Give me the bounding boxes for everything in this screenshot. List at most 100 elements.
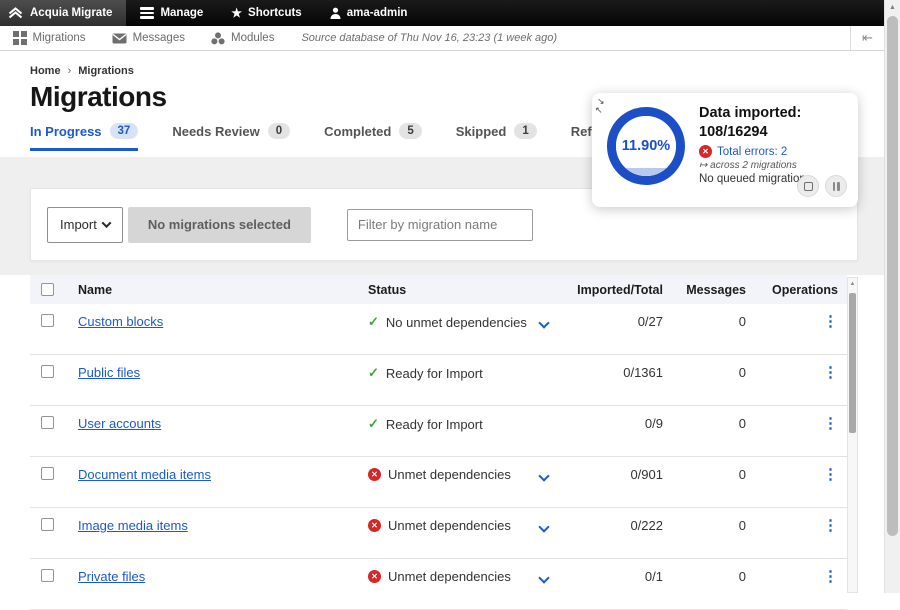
row-checkbox[interactable] — [41, 314, 54, 327]
migration-name-link[interactable]: Custom blocks — [78, 314, 163, 329]
row-operations-icon[interactable]: ⋮ — [823, 364, 838, 381]
row-operations-icon[interactable]: ⋮ — [823, 568, 838, 585]
manage-label: Manage — [160, 7, 203, 19]
tab-label: Skipped — [456, 124, 507, 139]
pause-import-button[interactable] — [825, 175, 847, 197]
select-all-checkbox[interactable] — [41, 283, 54, 296]
column-header-messages: Messages — [663, 283, 746, 297]
row-operations-icon[interactable]: ⋮ — [823, 313, 838, 330]
page-scrollbar-thumb[interactable] — [887, 16, 898, 536]
user-label: ama-admin — [347, 7, 408, 19]
table-scrollbar[interactable]: ▲ — [847, 277, 858, 593]
row-operations-icon[interactable]: ⋮ — [823, 466, 838, 483]
tab-in-progress[interactable]: In Progress 37 — [30, 123, 138, 151]
stop-import-button[interactable] — [797, 175, 819, 197]
shortcuts-menu[interactable]: ★ Shortcuts — [217, 0, 315, 26]
collapse-left-icon: ⇤ — [862, 30, 873, 46]
progress-percent: 11.90% — [622, 138, 670, 154]
migration-name-link[interactable]: Document media items — [78, 467, 211, 482]
row-status-text: Unmet dependencies — [388, 467, 511, 482]
row-checkbox[interactable] — [41, 467, 54, 480]
status-error-icon: ✕ — [368, 468, 381, 481]
row-checkbox[interactable] — [41, 416, 54, 429]
shortcuts-label: Shortcuts — [248, 7, 302, 19]
import-dropdown-button[interactable]: Import — [47, 207, 123, 243]
donut-fill — [616, 168, 676, 176]
tab-completed[interactable]: Completed 5 — [324, 123, 422, 151]
data-imported-title: Data imported: — [699, 104, 851, 123]
row-operations-icon[interactable]: ⋮ — [823, 415, 838, 432]
table-row: Document media items ✕ Unmet dependencie… — [30, 457, 847, 508]
row-messages: 0 — [663, 518, 746, 533]
row-messages: 0 — [663, 467, 746, 482]
total-errors-icon: ✕ — [699, 145, 712, 158]
tab-label: In Progress — [30, 124, 102, 139]
no-migrations-selected-button[interactable]: No migrations selected — [128, 207, 311, 243]
table-row: Private files ✕ Unmet dependencies 0/1 0… — [30, 559, 847, 610]
row-status-text: Ready for Import — [386, 417, 483, 432]
toolbar-item-modules[interactable]: Modules — [198, 26, 287, 50]
migrations-grid-icon — [13, 31, 27, 45]
collapse-toolbar-button[interactable]: ⇤ — [850, 26, 884, 50]
stop-icon — [804, 182, 813, 191]
total-errors-link[interactable]: Total errors: 2 — [717, 146, 787, 158]
resize-card-icon[interactable]: ↘ ↖ — [597, 97, 605, 115]
tab-needs-review[interactable]: Needs Review 0 — [172, 123, 290, 151]
toolbar-item-migrations[interactable]: Migrations — [0, 26, 99, 50]
row-imported-total: 0/901 — [564, 467, 663, 482]
tab-skipped[interactable]: Skipped 1 — [456, 123, 537, 151]
migration-filter-input[interactable] — [347, 209, 533, 241]
modules-label: Modules — [231, 32, 274, 44]
messages-envelope-icon — [112, 33, 127, 44]
row-checkbox[interactable] — [41, 518, 54, 531]
row-status-text: Ready for Import — [386, 366, 483, 381]
table-scrollbar-thumb[interactable] — [849, 293, 856, 433]
row-status-text: Unmet dependencies — [388, 518, 511, 533]
migration-name-link[interactable]: User accounts — [78, 416, 161, 431]
tab-count-badge: 5 — [399, 123, 421, 139]
modules-cluster-icon — [211, 32, 225, 45]
breadcrumb-separator: › — [68, 65, 72, 77]
row-checkbox[interactable] — [41, 365, 54, 378]
acquia-migrate-brand[interactable]: Acquia Migrate — [0, 0, 126, 26]
row-imported-total: 0/27 — [564, 314, 663, 329]
table-row: Image media items ✕ Unmet dependencies 0… — [30, 508, 847, 559]
status-chevron-icon[interactable] — [538, 470, 549, 481]
breadcrumb-home-link[interactable]: Home — [30, 65, 61, 77]
scroll-up-icon[interactable]: ▲ — [848, 278, 857, 287]
column-header-operations: Operations — [746, 283, 847, 297]
table-row: User accounts ✓ Ready for Import 0/9 0 ⋮ — [30, 406, 847, 457]
pause-icon — [833, 182, 840, 191]
status-chevron-icon[interactable] — [538, 317, 549, 328]
row-status-text: No unmet dependencies — [386, 315, 527, 330]
migration-name-link[interactable]: Public files — [78, 365, 140, 380]
user-menu[interactable]: ama-admin — [316, 0, 422, 26]
row-messages: 0 — [663, 569, 746, 584]
status-ok-icon: ✓ — [368, 314, 379, 330]
row-operations-icon[interactable]: ⋮ — [823, 517, 838, 534]
migration-name-link[interactable]: Image media items — [78, 518, 188, 533]
module-toolbar: Migrations Messages Modules Source datab… — [0, 26, 884, 51]
breadcrumb-current: Migrations — [78, 65, 134, 77]
status-ok-icon: ✓ — [368, 416, 379, 432]
status-ok-icon: ✓ — [368, 365, 379, 381]
column-header-status: Status — [368, 283, 564, 297]
scroll-up-icon[interactable]: ▲ — [885, 0, 900, 11]
manage-menu[interactable]: Manage — [126, 0, 217, 26]
column-header-imported-total: Imported/Total — [564, 283, 663, 297]
across-migrations-note: ↦ across 2 migrations — [699, 160, 851, 171]
chevron-down-icon — [101, 218, 111, 228]
table-row: Custom blocks ✓ No unmet dependencies 0/… — [30, 304, 847, 355]
toolbar-item-messages[interactable]: Messages — [99, 26, 198, 50]
migrations-table: Name Status Imported/Total Messages Oper… — [30, 275, 858, 593]
row-imported-total: 0/1 — [564, 569, 663, 584]
row-checkbox[interactable] — [41, 569, 54, 582]
migration-name-link[interactable]: Private files — [78, 569, 145, 584]
page-scrollbar[interactable]: ▲ — [884, 0, 900, 593]
status-chevron-icon[interactable] — [538, 572, 549, 583]
table-header-row: Name Status Imported/Total Messages Oper… — [30, 275, 847, 304]
user-icon — [330, 7, 341, 19]
status-chevron-icon[interactable] — [538, 521, 549, 532]
tab-count-badge: 1 — [514, 123, 536, 139]
source-database-note: Source database of Thu Nov 16, 23:23 (1 … — [301, 32, 557, 44]
